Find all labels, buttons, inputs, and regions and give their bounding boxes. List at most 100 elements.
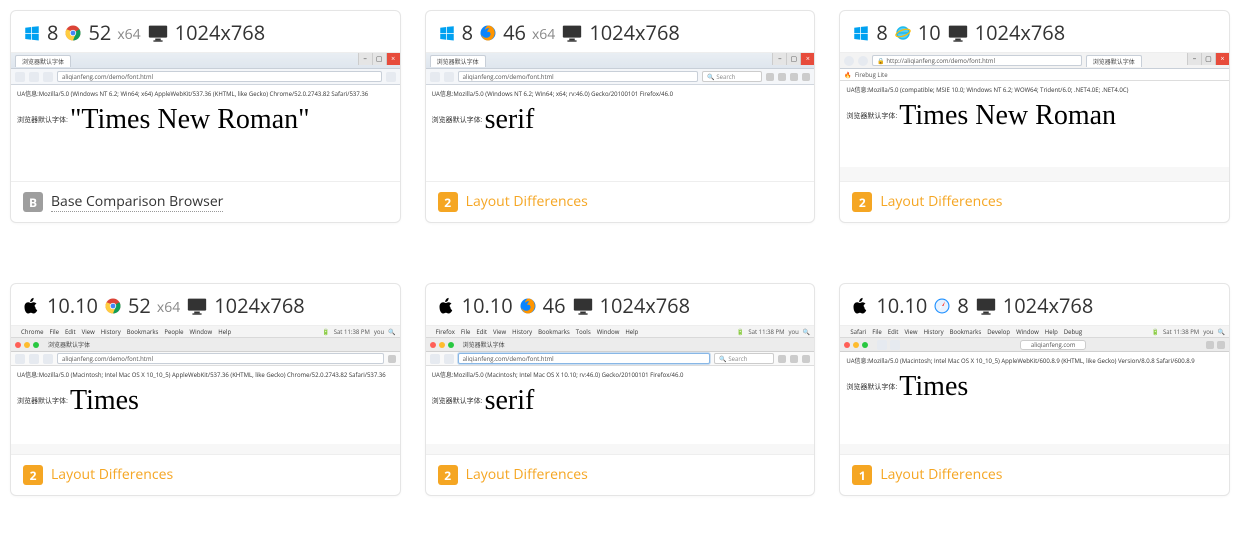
os-version: 10.10 xyxy=(462,292,513,319)
card-header: 10.10 46 1024x768 xyxy=(426,284,815,325)
resolution: 1024x768 xyxy=(175,19,266,46)
browser-version: 46 xyxy=(543,292,566,319)
detected-font: "Times New Roman" xyxy=(70,104,310,135)
result-card[interactable]: 8 52x64 1024x768 浏览器默认字体 –▢× aliqianfeng… xyxy=(10,10,401,223)
browser-version: 52 xyxy=(88,19,111,46)
firefox-icon xyxy=(519,297,537,315)
screenshot-thumbnail[interactable]: 🔒 http://aliqianfeng.com/demo/font.html … xyxy=(840,52,1229,182)
window-controls: –▢× xyxy=(358,53,400,65)
browser-tab: 浏览器默认字体 xyxy=(15,55,71,67)
results-grid: 8 52x64 1024x768 浏览器默认字体 –▢× aliqianfeng… xyxy=(10,10,1230,496)
diff-count-badge: 1 xyxy=(852,465,872,485)
address-bar: aliqianfeng.com/demo/font.html xyxy=(458,353,711,364)
ua-string: UA信息:Mozilla/5.0 (Windows NT 6.2; Win64;… xyxy=(432,89,809,98)
chrome-icon xyxy=(64,24,82,42)
diff-count-badge: 2 xyxy=(852,192,872,212)
resolution: 1024x768 xyxy=(975,19,1066,46)
windows-icon xyxy=(23,24,41,42)
os-version: 10.10 xyxy=(47,292,98,319)
result-card[interactable]: 8 10 1024x768 🔒 http://aliqianfeng.com/d… xyxy=(839,10,1230,223)
footer-label[interactable]: Base Comparison Browser xyxy=(51,192,223,212)
ua-string: UA信息:Mozilla/5.0 (Windows NT 6.2; Win64;… xyxy=(17,89,394,98)
address-bar: aliqianfeng.com xyxy=(1020,340,1087,350)
resolution: 1024x768 xyxy=(1003,292,1094,319)
card-footer: 2 Layout Differences xyxy=(840,182,1229,222)
ie-icon xyxy=(894,24,912,42)
browser-version: 8 xyxy=(957,292,968,319)
browser-tab: 浏览器默认字体 xyxy=(48,340,90,349)
ua-string: UA信息:Mozilla/5.0 (Macintosh; Intel Mac O… xyxy=(846,356,1223,365)
card-header: 8 46 x64 1024x768 xyxy=(426,11,815,52)
card-footer: 2 Layout Differences xyxy=(426,455,815,495)
diff-count-badge: 2 xyxy=(23,465,43,485)
ua-string: UA信息:Mozilla/5.0 (Macintosh; Intel Mac O… xyxy=(432,370,809,379)
result-card[interactable]: 8 46 x64 1024x768 浏览器默认字体 –▢× aliqianfeng… xyxy=(425,10,816,223)
browser-tab: 浏览器默认字体 xyxy=(1086,55,1142,67)
apple-icon xyxy=(852,297,870,315)
traffic-lights xyxy=(430,342,454,348)
card-header: 10.10 52 x64 1024x768 xyxy=(11,284,400,325)
result-card[interactable]: 10.10 46 1024x768 FirefoxFileEditViewHis… xyxy=(425,283,816,496)
search-box: 🔍 Search xyxy=(714,353,774,364)
browser-tab: 浏览器默认字体 xyxy=(463,340,505,349)
browser-version: 10 xyxy=(918,19,941,46)
address-bar: aliqianfeng.com/demo/font.html xyxy=(57,71,382,82)
detected-font: Times New Roman xyxy=(899,100,1116,131)
monitor-icon xyxy=(975,295,997,317)
apple-icon xyxy=(438,297,456,315)
traffic-lights xyxy=(15,342,39,348)
card-footer: B Base Comparison Browser xyxy=(11,182,400,222)
monitor-icon xyxy=(186,295,208,317)
windows-icon xyxy=(438,24,456,42)
address-bar: aliqianfeng.com/demo/font.html xyxy=(458,71,699,82)
safari-icon xyxy=(933,297,951,315)
browser-tab: 浏览器默认字体 xyxy=(430,55,486,67)
browser-arch: x64 xyxy=(532,25,555,44)
screenshot-thumbnail[interactable]: SafariFileEditViewHistoryBookmarksDevelo… xyxy=(840,325,1229,455)
monitor-icon xyxy=(947,22,969,44)
diff-count-badge: 2 xyxy=(438,192,458,212)
layout-differences-link[interactable]: Layout Differences xyxy=(466,192,588,212)
browser-version: 52 xyxy=(128,292,151,319)
layout-differences-link[interactable]: Layout Differences xyxy=(880,192,1002,212)
monitor-icon xyxy=(147,22,169,44)
screenshot-thumbnail[interactable]: ChromeFileEditViewHistoryBookmarksPeople… xyxy=(11,325,400,455)
diff-count-badge: 2 xyxy=(438,465,458,485)
result-card[interactable]: 10.10 52 x64 1024x768 ChromeFileEditViewH… xyxy=(10,283,401,496)
firebug-bar: 🔥Firebug Lite xyxy=(840,69,1229,81)
layout-differences-link[interactable]: Layout Differences xyxy=(880,465,1002,485)
layout-differences-link[interactable]: Layout Differences xyxy=(51,465,173,485)
window-controls: –▢× xyxy=(772,53,814,65)
screenshot-thumbnail[interactable]: 浏览器默认字体 –▢× aliqianfeng.com/demo/font.ht… xyxy=(11,52,400,182)
resolution: 1024x768 xyxy=(589,19,680,46)
monitor-icon xyxy=(572,295,594,317)
os-version: 8 xyxy=(876,19,887,46)
detected-font: serif xyxy=(485,104,535,135)
window-controls: –▢× xyxy=(1187,53,1229,65)
traffic-lights xyxy=(844,342,868,348)
ua-string: UA信息:Mozilla/5.0 (Macintosh; Intel Mac O… xyxy=(17,370,394,379)
os-version: 8 xyxy=(462,19,473,46)
detected-font: Times xyxy=(899,371,968,402)
layout-differences-link[interactable]: Layout Differences xyxy=(466,465,588,485)
result-card[interactable]: 10.10 8 1024x768 SafariFileEditViewHisto… xyxy=(839,283,1230,496)
browser-version: 46 xyxy=(503,19,526,46)
windows-icon xyxy=(852,24,870,42)
firefox-icon xyxy=(479,24,497,42)
monitor-icon xyxy=(561,22,583,44)
apple-icon xyxy=(23,297,41,315)
browser-arch: x64 xyxy=(157,298,180,317)
card-header: 10.10 8 1024x768 xyxy=(840,284,1229,325)
screenshot-thumbnail[interactable]: 浏览器默认字体 –▢× aliqianfeng.com/demo/font.ht… xyxy=(426,52,815,182)
detected-font: Times xyxy=(70,385,139,416)
ua-string: UA信息:Mozilla/5.0 (compatible; MSIE 10.0;… xyxy=(846,85,1223,94)
card-header: 8 52x64 1024x768 xyxy=(11,11,400,52)
screenshot-thumbnail[interactable]: FirefoxFileEditViewHistoryBookmarksTools… xyxy=(426,325,815,455)
address-bar: 🔒 http://aliqianfeng.com/demo/font.html xyxy=(872,55,1081,66)
os-version: 10.10 xyxy=(876,292,927,319)
card-footer: 1 Layout Differences xyxy=(840,455,1229,495)
resolution: 1024x768 xyxy=(214,292,305,319)
resolution: 1024x768 xyxy=(600,292,691,319)
base-badge: B xyxy=(23,192,43,212)
detected-font: serif xyxy=(485,385,535,416)
